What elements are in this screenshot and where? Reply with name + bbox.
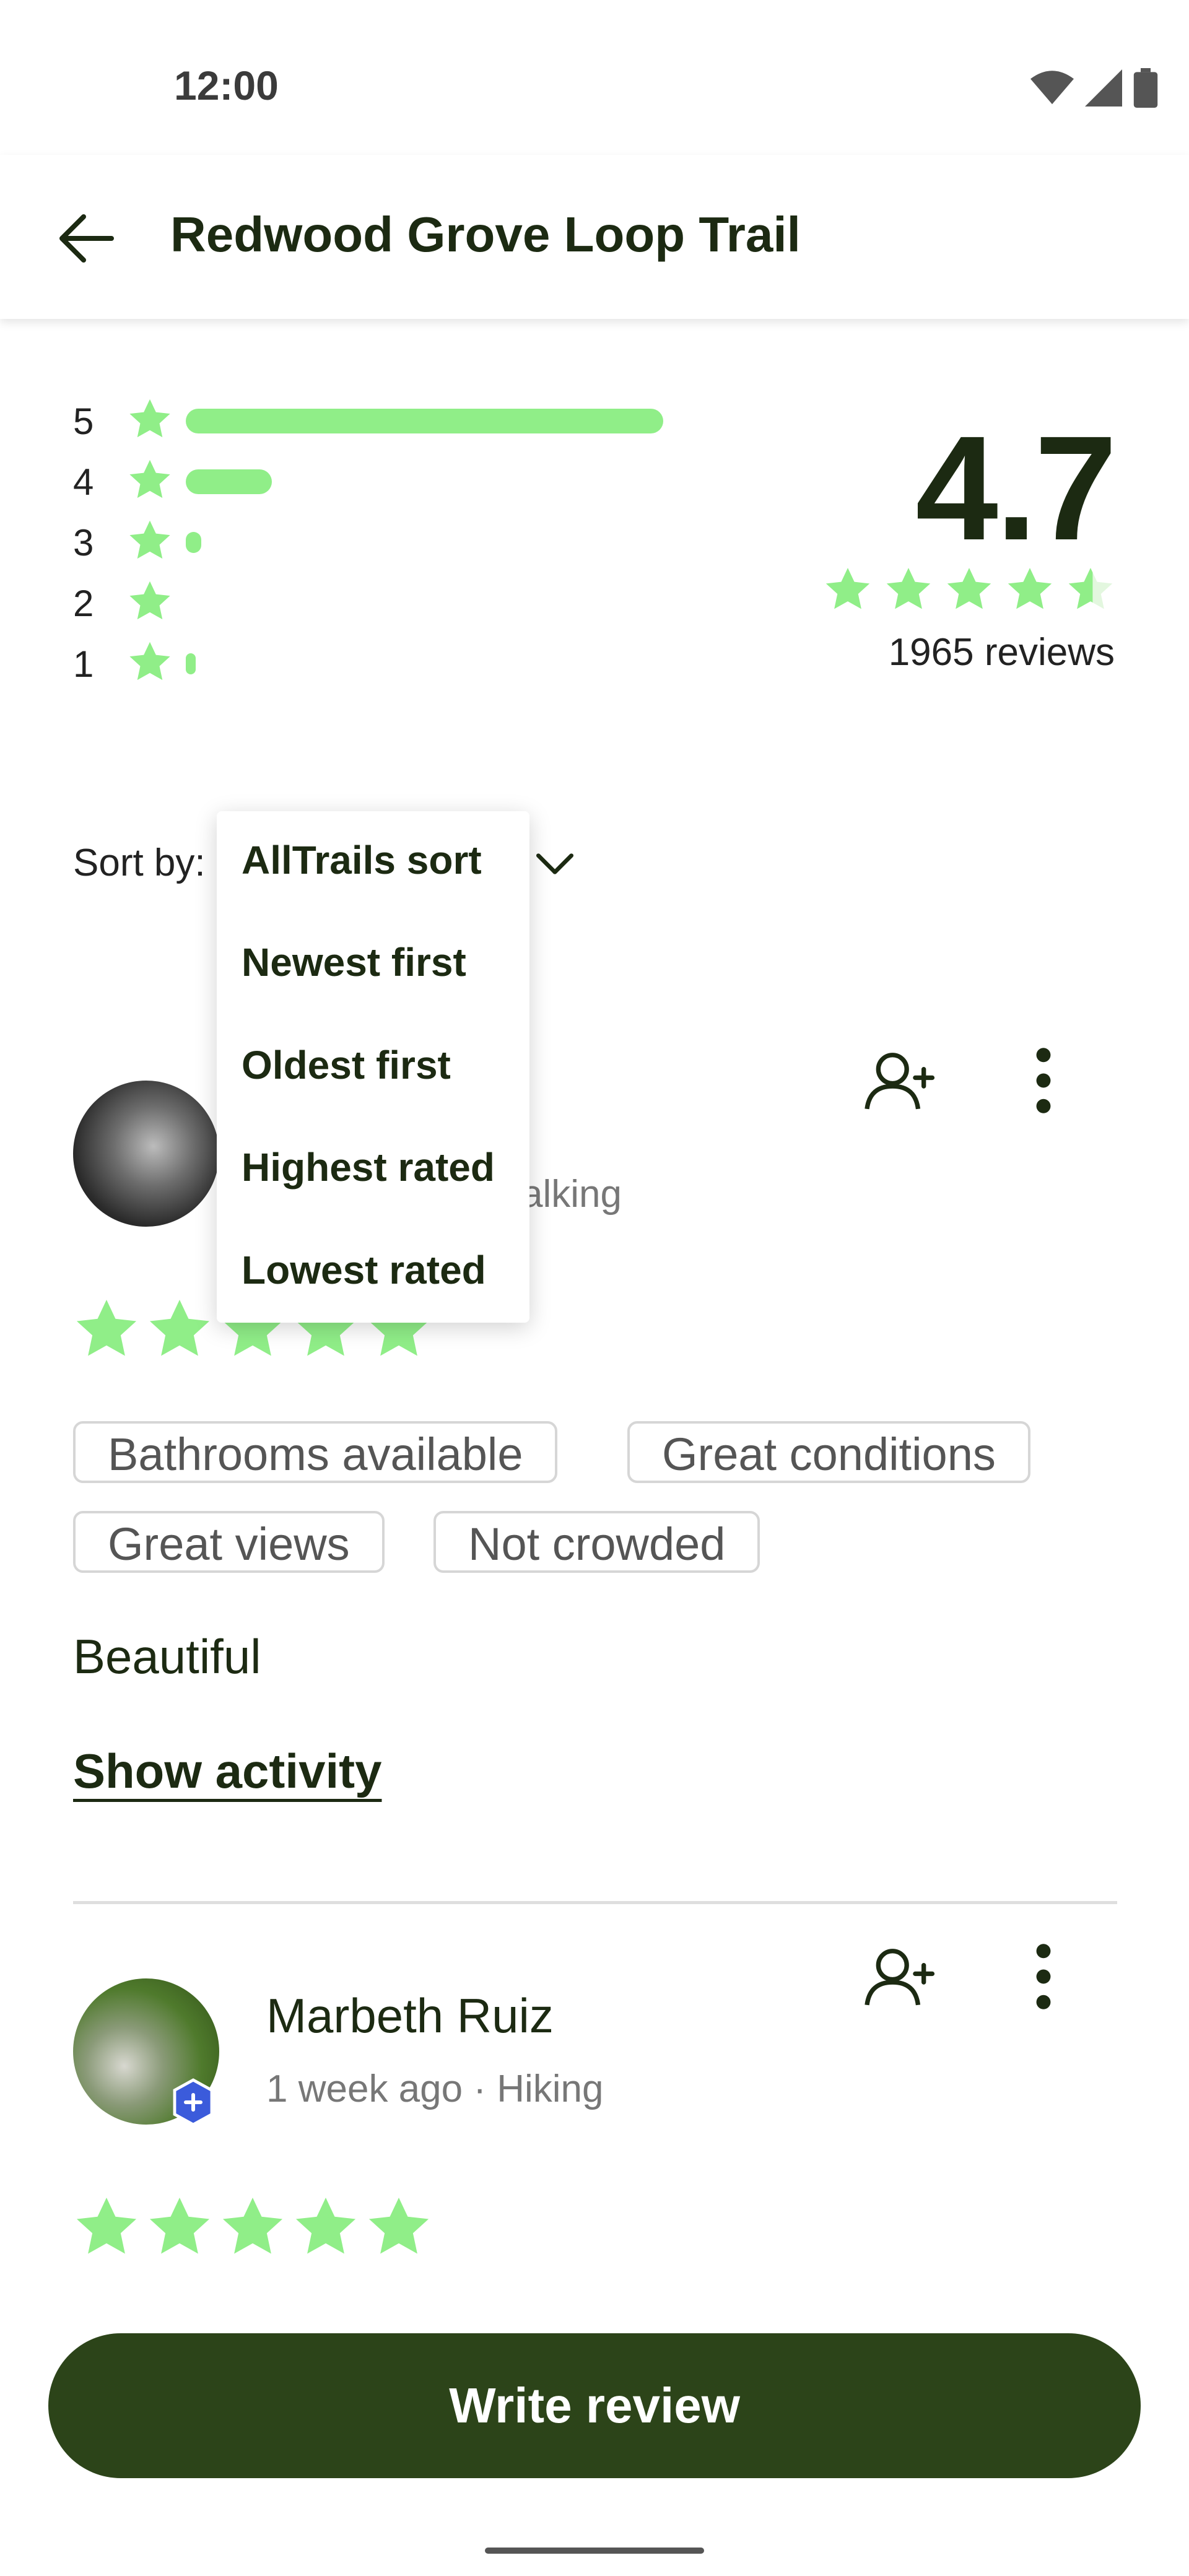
rating-bar: [186, 409, 663, 433]
star-icon: [126, 578, 186, 629]
rating-bar: [186, 469, 272, 494]
star-icon: [76, 1300, 137, 1356]
star-icon: [126, 639, 186, 689]
star-icon: [76, 2198, 137, 2254]
star-icon: [126, 396, 186, 446]
tag-chip: Bathrooms available: [73, 1421, 558, 1483]
average-stars: [822, 565, 1116, 616]
review-text: Beautiful: [73, 1629, 261, 1684]
star-icon: [825, 568, 870, 609]
review-count: 1965 reviews: [888, 631, 1115, 674]
sort-label: Sort by:: [73, 842, 206, 884]
review-meta: alking: [521, 1173, 622, 1216]
rating-bar: [186, 532, 201, 553]
star-icon: [368, 2198, 429, 2254]
sort-dropdown-toggle[interactable]: [530, 842, 580, 886]
status-time: 12:00: [174, 63, 279, 108]
rating-row-2: 2: [73, 575, 754, 631]
review-meta: 1 week ago · Hiking: [266, 2068, 604, 2110]
write-review-button[interactable]: Write review: [48, 2333, 1141, 2478]
tag-chip: Great views: [73, 1511, 385, 1573]
average-rating: 4.7: [915, 405, 1117, 571]
rating-row-label: 5: [73, 400, 94, 442]
page-title: Redwood Grove Loop Trail: [170, 207, 801, 262]
star-icon: [126, 518, 186, 568]
sort-option-oldest[interactable]: Oldest first: [242, 1042, 451, 1088]
star-icon: [1008, 568, 1052, 609]
divider: [73, 1901, 1117, 1904]
review-rating-stars: [72, 2193, 433, 2263]
follow-user-button[interactable]: [858, 1037, 944, 1124]
add-user-icon: [865, 1053, 935, 1110]
add-user-icon: [865, 1949, 935, 2006]
rating-row-3: 3: [73, 515, 754, 570]
chevron-down-icon: [536, 853, 573, 874]
battery-icon: [1133, 68, 1158, 108]
tag-chip: Not crowded: [433, 1511, 760, 1573]
star-icon: [126, 457, 186, 507]
rating-row-1: 1: [73, 636, 754, 692]
star-icon: [886, 568, 931, 609]
signal-icon: [1085, 69, 1122, 107]
rating-bar: [186, 653, 196, 674]
star-icon: [149, 1300, 210, 1356]
status-icons: [1030, 68, 1158, 108]
rating-row-5: 5: [73, 393, 754, 449]
rating-row-4: 4: [73, 454, 754, 510]
home-indicator[interactable]: [485, 2548, 704, 2554]
follow-user-button[interactable]: [858, 1933, 944, 2020]
half-star-icon: [1068, 568, 1113, 609]
sort-option-newest[interactable]: Newest first: [242, 939, 466, 985]
rating-row-label: 1: [73, 643, 94, 685]
rating-row-label: 2: [73, 582, 94, 624]
reviewer-name[interactable]: Marbeth Ruiz: [266, 1988, 554, 2044]
sort-option-highest[interactable]: Highest rated: [242, 1144, 495, 1190]
show-activity-link[interactable]: Show activity: [73, 1743, 381, 1799]
rating-row-label: 3: [73, 521, 94, 564]
sort-option-lowest[interactable]: Lowest rated: [242, 1247, 486, 1293]
star-icon: [947, 568, 991, 609]
more-options-button[interactable]: [1000, 1933, 1087, 2020]
more-vertical-icon: [1036, 1048, 1051, 1113]
sort-option-alltrails[interactable]: AllTrails sort: [242, 837, 482, 883]
star-icon: [295, 2198, 356, 2254]
rating-row-label: 4: [73, 461, 94, 503]
back-button[interactable]: [50, 201, 124, 276]
member-badge-icon: [171, 2078, 216, 2127]
tag-chip: Great conditions: [627, 1421, 1030, 1483]
reviewer-avatar[interactable]: [73, 1081, 219, 1227]
star-icon: [149, 2198, 210, 2254]
sort-dropdown-menu: AllTrails sort Newest first Oldest first…: [217, 811, 529, 1323]
more-options-button[interactable]: [1000, 1037, 1087, 1124]
wifi-icon: [1030, 71, 1074, 105]
star-icon: [222, 2198, 283, 2254]
more-vertical-icon: [1036, 1944, 1051, 2009]
back-arrow-icon: [59, 214, 114, 263]
